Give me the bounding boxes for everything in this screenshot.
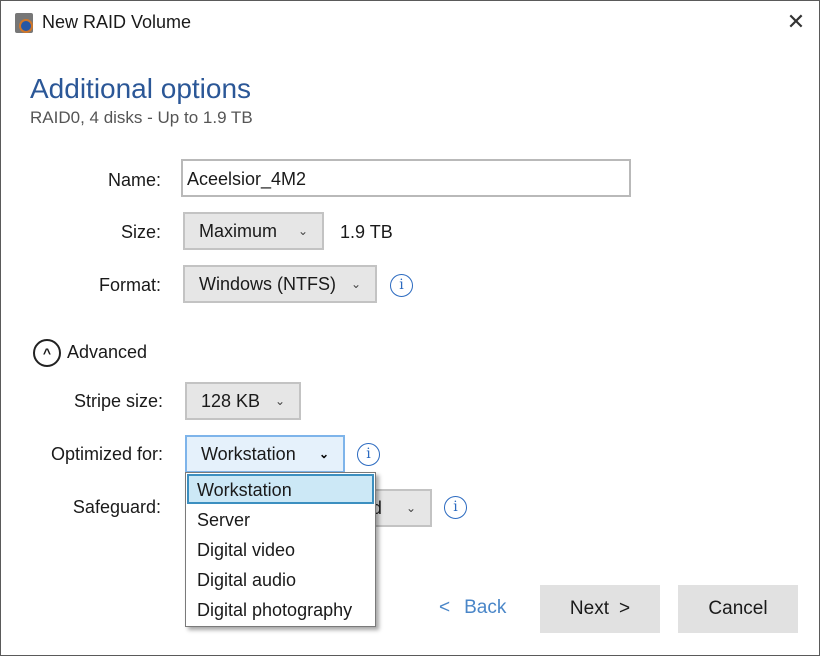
chevron-left-icon: < bbox=[439, 597, 451, 618]
dropdown-option[interactable]: Digital photography bbox=[187, 594, 374, 624]
cancel-button[interactable]: Cancel bbox=[678, 585, 798, 633]
dropdown-option[interactable]: Digital audio bbox=[187, 564, 374, 594]
page-subtitle: RAID0, 4 disks - Up to 1.9 TB bbox=[30, 108, 253, 127]
dropdown-option[interactable]: Digital video bbox=[187, 534, 374, 564]
chevron-right-icon: > bbox=[618, 598, 631, 619]
name-input[interactable]: Aceelsior_4M2 bbox=[181, 159, 631, 197]
size-text: 1.9 TB bbox=[340, 222, 393, 242]
app-icon bbox=[15, 13, 33, 33]
stripe-size-select[interactable]: 128 KB ⌄ bbox=[185, 382, 301, 420]
name-label: Name: bbox=[107, 170, 161, 190]
advanced-toggle[interactable]: Advanced bbox=[67, 342, 147, 363]
size-select[interactable]: Maximum ⌄ bbox=[183, 212, 324, 250]
safeguard-info-icon[interactable]: i bbox=[444, 496, 467, 519]
chevron-down-icon: ⌄ bbox=[350, 277, 361, 291]
collapse-advanced-icon[interactable]: ^ bbox=[33, 339, 61, 367]
format-info-icon[interactable]: i bbox=[390, 274, 413, 297]
stripe-size-value: 128 KB bbox=[201, 390, 261, 411]
dropdown-option[interactable]: Workstation bbox=[187, 474, 374, 504]
back-label: Back bbox=[464, 597, 507, 618]
optimized-for-value: Workstation bbox=[201, 443, 296, 464]
dropdown-option[interactable]: Server bbox=[187, 504, 374, 534]
chevron-down-icon: ⌄ bbox=[318, 447, 329, 461]
stripe-size-label: Stripe size: bbox=[73, 391, 163, 411]
chevron-down-icon: ⌄ bbox=[297, 224, 308, 238]
back-button[interactable]: < Back bbox=[439, 597, 506, 619]
page-title: Additional options bbox=[30, 73, 252, 104]
optimized-info-icon[interactable]: i bbox=[357, 443, 380, 466]
window-title: New RAID Volume bbox=[42, 12, 192, 32]
next-button[interactable]: Next > bbox=[540, 585, 660, 633]
chevron-down-icon: ⌄ bbox=[274, 394, 285, 408]
safeguard-label: Safeguard: bbox=[72, 497, 161, 517]
format-value: Windows (NTFS) bbox=[199, 273, 337, 294]
next-label: Next bbox=[569, 598, 609, 619]
optimized-for-label: Optimized for: bbox=[50, 444, 163, 464]
close-button[interactable]: ✕ bbox=[785, 9, 807, 35]
chevron-down-icon: ⌄ bbox=[405, 501, 416, 515]
format-select[interactable]: Windows (NTFS) ⌄ bbox=[183, 265, 377, 303]
format-label: Format: bbox=[98, 275, 161, 295]
optimized-for-dropdown: Workstation Server Digital video Digital… bbox=[185, 472, 376, 627]
size-label: Size: bbox=[120, 222, 161, 242]
size-value: Maximum bbox=[199, 220, 278, 241]
optimized-for-select[interactable]: Workstation ⌄ bbox=[185, 435, 345, 473]
